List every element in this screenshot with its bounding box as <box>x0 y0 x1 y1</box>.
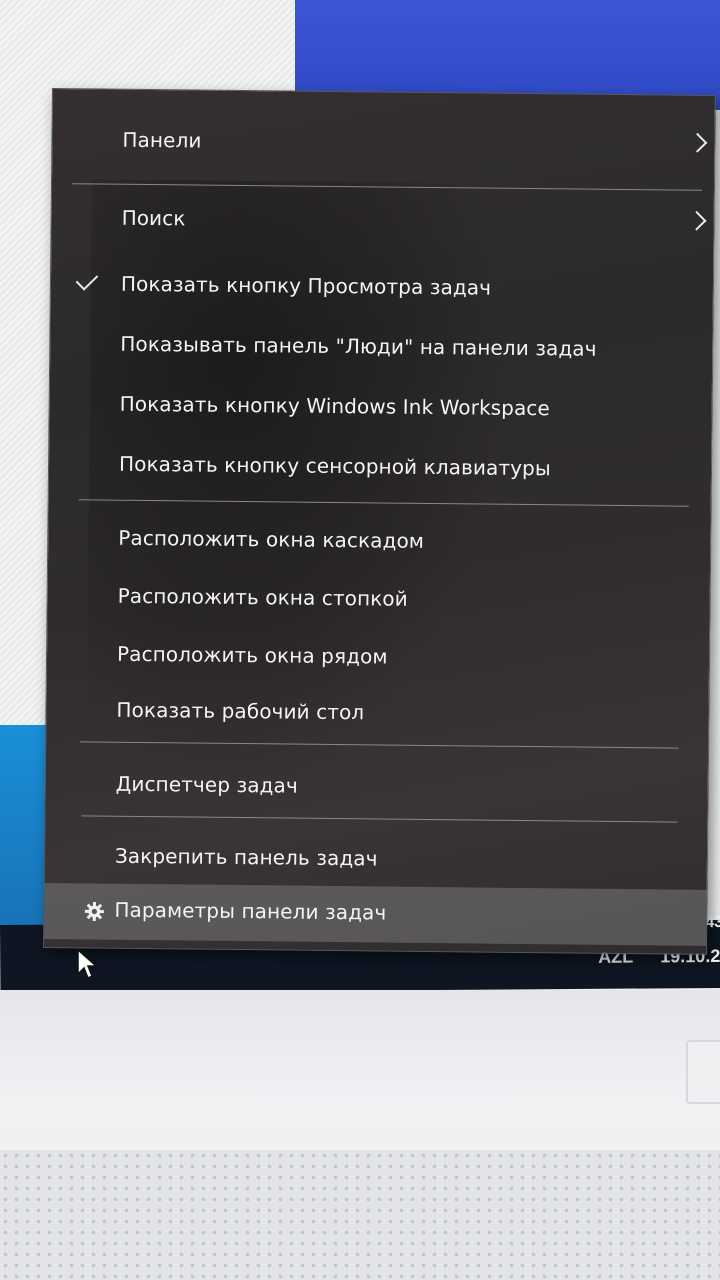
checkmark-icon <box>75 268 99 291</box>
chevron-right-icon <box>686 210 707 231</box>
chevron-right-icon <box>687 132 708 153</box>
menu-separator <box>80 741 679 749</box>
menu-item-lock-taskbar[interactable]: Закрепить панель задач <box>45 831 707 886</box>
menu-separator <box>81 815 678 823</box>
mouse-cursor-icon <box>77 948 98 980</box>
taskbar-context-menu: Панели Поиск Показать кнопку Просмотра з… <box>42 88 716 955</box>
menu-item-touch-keyboard[interactable]: Показать кнопку сенсорной клавиатуры <box>49 439 711 494</box>
menu-item-cascade[interactable]: Расположить окна каскадом <box>48 513 710 568</box>
menu-item-show-desktop[interactable]: Показать рабочий стол <box>46 685 708 740</box>
menu-item-people[interactable]: Показывать панель "Люди" на панели задач <box>50 319 712 374</box>
gear-icon <box>84 901 104 922</box>
menu-item-ink-workspace[interactable]: Показать кнопку Windows Ink Workspace <box>49 379 711 434</box>
menu-item-toolbars[interactable]: Панели <box>52 115 714 170</box>
menu-item-stacked[interactable]: Расположить окна стопкой <box>47 571 709 626</box>
menu-item-task-manager[interactable]: Диспетчер задач <box>45 759 707 814</box>
menu-item-search[interactable]: Поиск <box>51 193 713 248</box>
menu-separator <box>71 183 702 191</box>
menu-item-taskbar-settings[interactable]: Параметры панели задач <box>44 882 707 946</box>
menu-separator <box>78 499 689 507</box>
screen-photo: ^ AZL 19.10.2 :43 Панели Поиск <box>0 0 720 1280</box>
monitor-button <box>686 1040 720 1104</box>
menu-item-task-view[interactable]: Показать кнопку Просмотра задач <box>51 259 713 314</box>
menu-item-side-by-side[interactable]: Расположить окна рядом <box>47 629 709 684</box>
speaker-grille <box>0 1150 720 1280</box>
